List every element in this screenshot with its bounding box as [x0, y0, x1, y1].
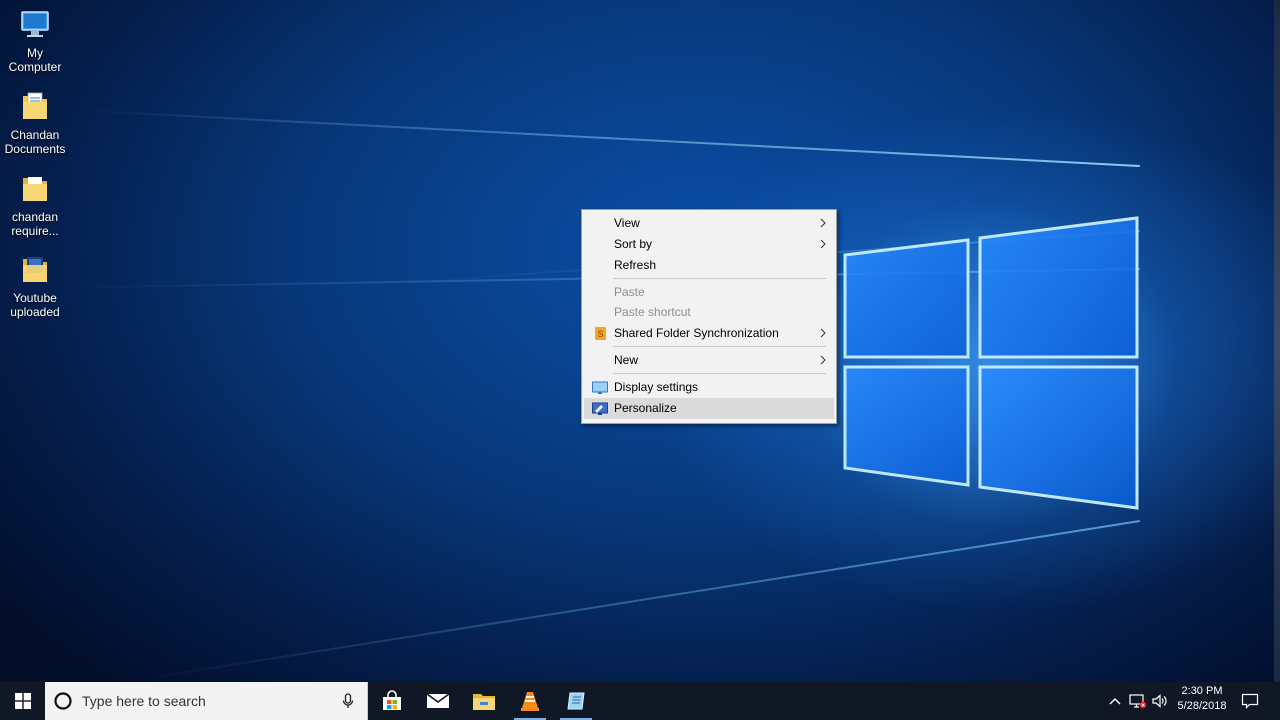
menu-item-label: Display settings	[614, 380, 699, 394]
search-placeholder: Type here to search	[82, 693, 206, 709]
volume-control[interactable]	[1151, 692, 1169, 710]
microphone-icon[interactable]	[342, 693, 354, 709]
folder-documents-icon	[23, 92, 47, 119]
folder-icon	[23, 177, 47, 201]
vlc-icon	[521, 692, 539, 711]
network-status[interactable]	[1129, 692, 1147, 710]
store-icon	[383, 690, 401, 710]
chevron-right-icon	[820, 239, 826, 249]
windows-logo-wallpaper	[843, 216, 1139, 510]
desktop-context-menu: View Sort by Refresh Paste Paste shortcu…	[581, 209, 837, 424]
windows-start-icon	[14, 693, 31, 709]
menu-item-display-settings[interactable]: Display settings	[584, 377, 834, 398]
display-icon	[592, 381, 608, 394]
menu-item-view[interactable]: View	[584, 213, 834, 234]
menu-item-paste[interactable]: Paste	[584, 282, 834, 303]
network-disconnected-icon	[1129, 694, 1147, 709]
menu-item-label: Paste	[614, 285, 645, 299]
desktop-icon-chandan-documents[interactable]: Chandan Documents	[4, 90, 66, 156]
menu-item-new[interactable]: New	[584, 350, 834, 371]
notification-icon	[1241, 693, 1259, 709]
taskbar-mail[interactable]	[416, 682, 460, 720]
desktop-icon-label: My Computer	[8, 46, 62, 74]
menu-item-label: Personalize	[614, 401, 677, 415]
taskbar-clock[interactable]: 2:30 PM 5/28/2018	[1170, 684, 1234, 714]
desktop-icon-label: Youtube uploaded	[10, 291, 60, 319]
file-explorer-icon	[473, 694, 495, 710]
computer-icon	[21, 11, 49, 37]
desktop-icon-chandan-require[interactable]: chandan require...	[4, 172, 66, 238]
action-center-button[interactable]	[1241, 692, 1259, 710]
svg-text:S: S	[597, 329, 603, 339]
menu-item-label: Sort by	[614, 237, 653, 251]
menu-item-label: View	[614, 216, 640, 230]
menu-item-paste-shortcut[interactable]: Paste shortcut	[584, 302, 834, 323]
taskbar-store[interactable]	[370, 682, 414, 720]
taskbar-notepad[interactable]	[554, 682, 598, 720]
chevron-right-icon	[820, 328, 826, 338]
clock-time: 2:30 PM	[1181, 685, 1223, 697]
mail-icon	[426, 693, 450, 708]
desktop-icon-label: Chandan Documents	[4, 128, 66, 156]
menu-item-label: Paste shortcut	[614, 305, 691, 319]
sync-app-icon: S	[595, 327, 606, 340]
start-button[interactable]	[0, 682, 45, 720]
taskbar-vlc[interactable]	[508, 682, 552, 720]
speaker-icon	[1152, 694, 1167, 708]
menu-item-label: New	[614, 353, 639, 367]
desktop-icon-label: chandan require...	[11, 210, 59, 238]
menu-item-shared-folder-sync[interactable]: S Shared Folder Synchronization	[584, 323, 834, 344]
show-hidden-icons-button[interactable]	[1106, 692, 1124, 710]
desktop-icon-my-computer[interactable]: My Computer	[4, 8, 66, 74]
menu-item-refresh[interactable]: Refresh	[584, 255, 834, 276]
menu-item-label: Refresh	[614, 258, 657, 272]
cortana-icon	[54, 692, 72, 710]
personalize-icon	[592, 402, 608, 415]
desktop-icon-youtube-uploaded[interactable]: Youtube uploaded	[4, 253, 66, 319]
folder-video-icon	[23, 257, 47, 282]
chevron-right-icon	[820, 218, 826, 228]
taskbar-file-explorer[interactable]	[462, 682, 506, 720]
notepad-icon	[567, 692, 585, 710]
menu-item-label: Shared Folder Synchronization	[614, 326, 779, 340]
menu-separator	[613, 278, 826, 279]
menu-item-sort-by[interactable]: Sort by	[584, 234, 834, 255]
menu-separator	[613, 373, 826, 374]
chevron-right-icon	[820, 355, 826, 365]
clock-date: 5/28/2018	[1177, 700, 1227, 712]
chevron-up-icon	[1109, 698, 1121, 705]
taskbar-search-box[interactable]: Type here to search	[45, 682, 368, 720]
menu-item-personalize[interactable]: Personalize	[584, 398, 834, 419]
menu-separator	[613, 346, 826, 347]
